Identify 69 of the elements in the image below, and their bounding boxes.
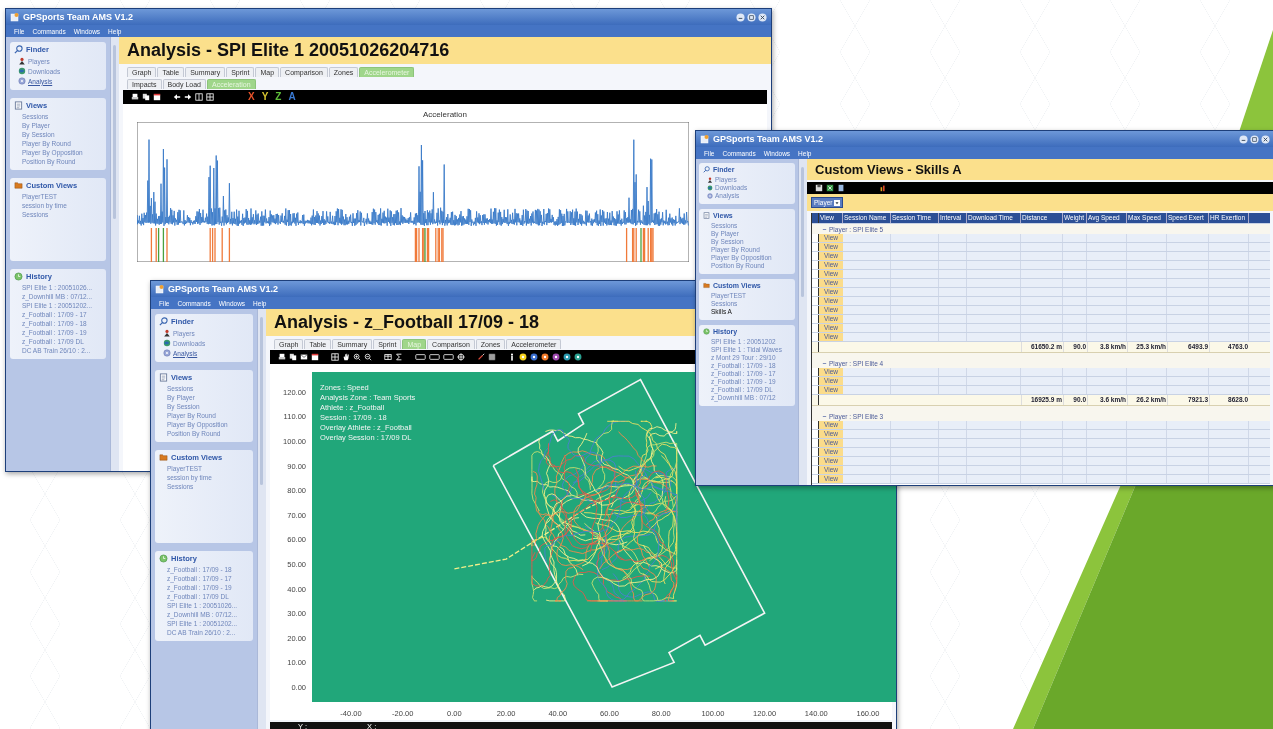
split-view-icon[interactable] [195, 93, 203, 101]
bar-chart-icon[interactable] [879, 184, 887, 192]
clock-icon [703, 328, 710, 335]
disc-icon [163, 349, 171, 357]
print-icon[interactable] [131, 93, 139, 101]
document-icon[interactable] [837, 184, 845, 192]
app-icon [700, 134, 710, 144]
search-icon [703, 166, 710, 173]
copy-icon[interactable] [142, 93, 150, 101]
minimize-button[interactable] [736, 12, 745, 22]
zoom-out-icon[interactable] [364, 353, 372, 361]
axis-toggle[interactable]: Y [261, 92, 269, 102]
rectangle-icon[interactable] [429, 353, 440, 361]
axis-toggle[interactable]: Z [275, 92, 282, 102]
close-button[interactable] [1261, 134, 1270, 144]
document-icon [159, 373, 168, 382]
right-arrow-icon[interactable] [184, 93, 192, 101]
grid-icon[interactable] [488, 353, 496, 361]
search-icon [14, 45, 23, 54]
hand-icon[interactable] [342, 353, 350, 361]
sum-icon[interactable] [395, 353, 403, 361]
globe-icon [707, 184, 713, 191]
scrollbar[interactable] [798, 159, 807, 485]
collapse-icon[interactable] [822, 360, 827, 366]
scrollbar[interactable] [257, 309, 266, 729]
folder-icon [159, 453, 168, 462]
dropdown-arrow-icon [834, 199, 841, 206]
disc-icon [18, 77, 26, 85]
collapse-icon[interactable] [822, 413, 827, 419]
maximize-button[interactable] [1250, 134, 1259, 144]
folder-icon [703, 282, 710, 289]
table-icon[interactable] [384, 353, 392, 361]
document-icon [703, 212, 710, 219]
collapse-icon[interactable] [822, 226, 827, 232]
globe-icon [163, 339, 171, 347]
rectangle-icon[interactable] [443, 353, 454, 361]
window-title: GPSports Team AMS V1.2 [168, 284, 279, 294]
close-button[interactable] [758, 12, 767, 22]
left-arrow-icon[interactable] [173, 93, 181, 101]
app-icon [10, 12, 20, 22]
document-icon [14, 101, 23, 110]
window-title: GPSports Team AMS V1.2 [23, 12, 134, 22]
search-icon [159, 317, 168, 326]
rectangle-icon[interactable] [415, 353, 426, 361]
app-icon [155, 284, 165, 294]
calendar-icon[interactable] [311, 353, 319, 361]
chart-title: Acceleration [422, 110, 468, 119]
save-icon[interactable] [815, 184, 823, 192]
mail-icon[interactable] [300, 353, 308, 361]
clock-icon [159, 554, 168, 563]
page-heading: Custom Views - Skills A [807, 159, 1273, 180]
clock-icon [14, 272, 23, 281]
copy-icon[interactable] [289, 353, 297, 361]
zoom-in-icon[interactable] [353, 353, 361, 361]
brush-icon[interactable] [477, 353, 485, 361]
print-icon[interactable] [278, 353, 286, 361]
spreadsheet-icon[interactable] [826, 184, 834, 192]
globe-icon [18, 67, 26, 75]
axis-toggle[interactable]: A [288, 92, 296, 102]
minimize-button[interactable] [1239, 134, 1248, 144]
disc-icon [707, 192, 713, 199]
calendar-icon[interactable] [153, 93, 161, 101]
scrollbar[interactable] [110, 37, 119, 471]
axis-toggle[interactable]: X [248, 92, 255, 102]
folder-icon [14, 181, 23, 190]
maximize-button[interactable] [747, 12, 756, 22]
window-title: GPSports Team AMS V1.2 [713, 134, 824, 144]
page-heading: Analysis - SPI Elite 1 20051026204716 [119, 37, 771, 64]
crosshair-icon[interactable] [457, 353, 465, 361]
